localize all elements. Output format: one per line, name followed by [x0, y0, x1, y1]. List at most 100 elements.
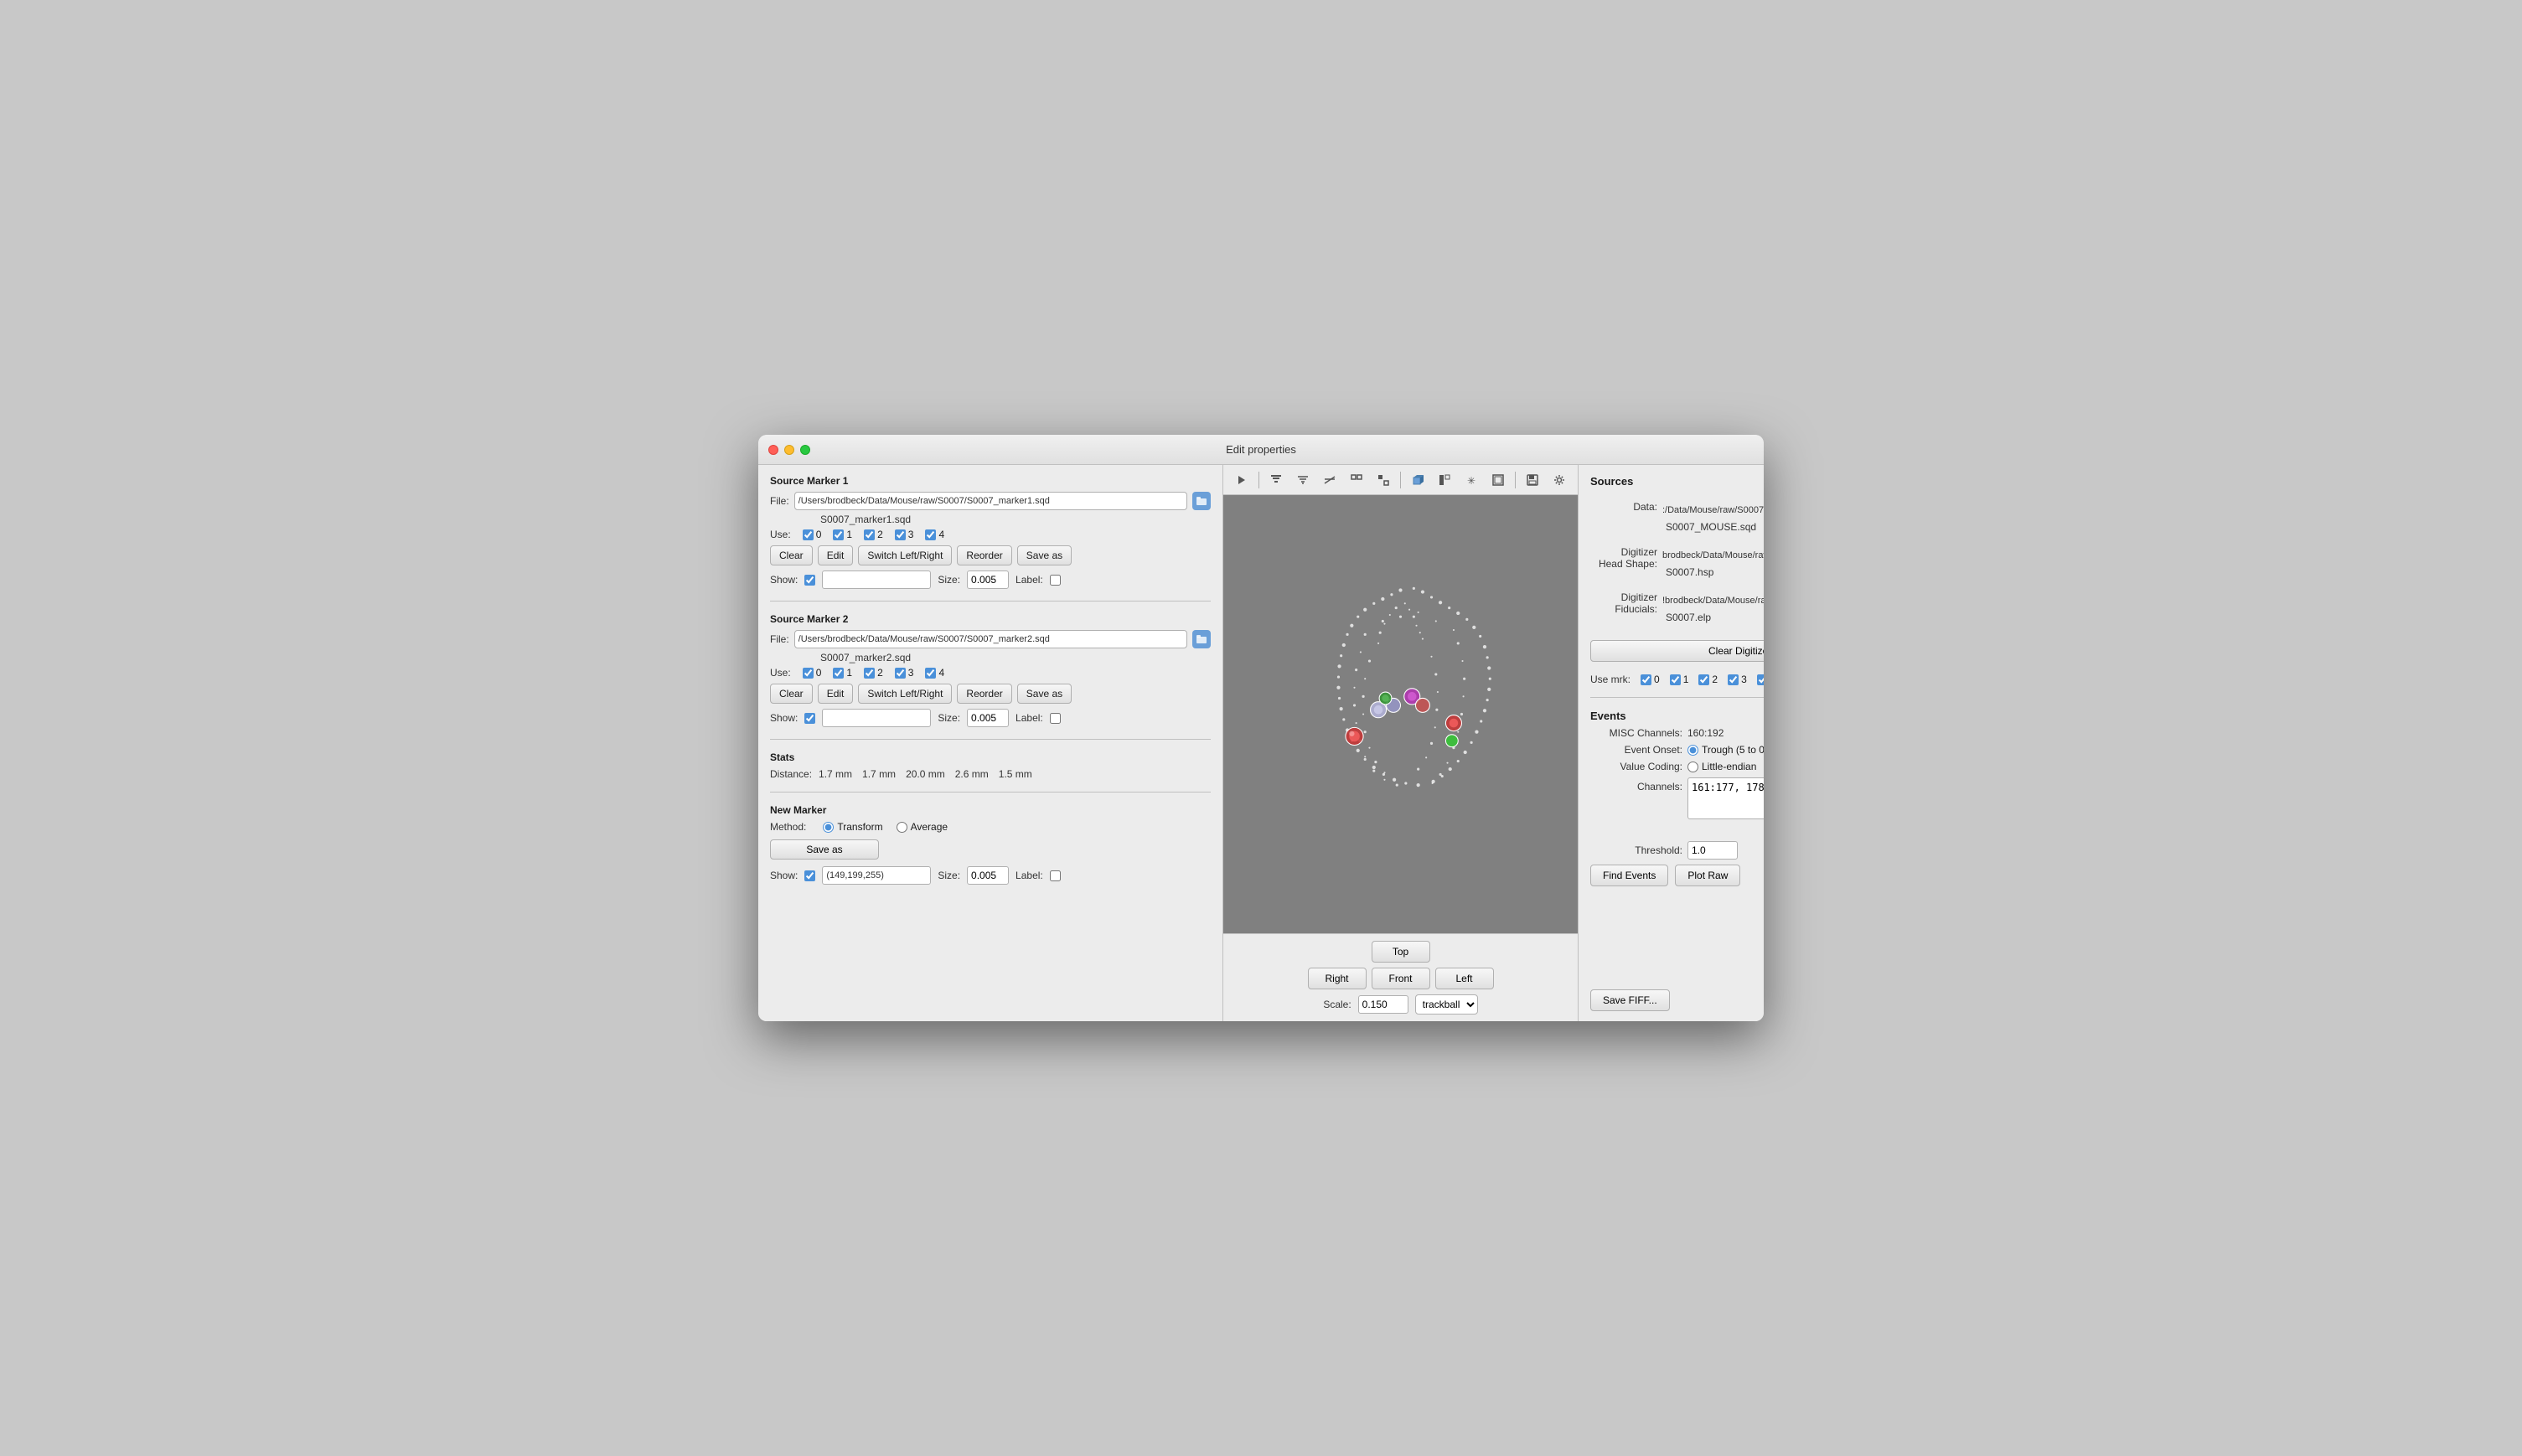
sm1-folder-btn[interactable] — [1192, 492, 1211, 510]
digitizer-head-filename: S0007.hsp — [1666, 566, 1764, 578]
sm2-use-0[interactable]: 0 — [803, 667, 822, 679]
sm1-clear-btn[interactable]: Clear — [770, 545, 813, 565]
save-fiff-btn[interactable]: Save FIFF... — [1590, 989, 1670, 1011]
mrk-use-1[interactable]: 1 — [1670, 674, 1689, 685]
toolbar-play-btn[interactable] — [1230, 469, 1253, 491]
nm-size-input[interactable] — [967, 866, 1009, 885]
toolbar-filter3-btn[interactable] — [1318, 469, 1341, 491]
nm-color-box[interactable]: (149,199,255) — [822, 866, 931, 885]
nm-label-checkbox[interactable] — [1050, 870, 1061, 881]
channels-textarea[interactable]: 161:177, 178:189 — [1687, 777, 1764, 819]
sm2-label-label: Label: — [1016, 712, 1043, 724]
maximize-button[interactable] — [800, 445, 810, 455]
toolbar-cube-btn[interactable] — [1406, 469, 1429, 491]
threshold-input[interactable] — [1687, 841, 1738, 860]
method-average[interactable]: Average — [897, 821, 948, 833]
sm2-color-box[interactable] — [822, 709, 931, 727]
sm2-switch-btn[interactable]: Switch Left/Right — [858, 684, 952, 704]
sm2-use-4[interactable]: 4 — [925, 667, 944, 679]
data-filepath: :/Data/Mouse/raw/S0007/S0007_MOUSE.sqd — [1662, 505, 1764, 515]
sm2-file-input[interactable] — [794, 630, 1187, 648]
nm-show-checkbox[interactable] — [804, 870, 815, 881]
toolbar-settings-btn[interactable] — [1548, 469, 1571, 491]
use-mrk-label: Use mrk: — [1590, 674, 1631, 685]
toolbar-fullscreen-btn[interactable] — [1486, 469, 1510, 491]
trackball-select[interactable]: trackball — [1415, 994, 1478, 1015]
sm2-use-2[interactable]: 2 — [864, 667, 883, 679]
sm1-use-0[interactable]: 0 — [803, 529, 822, 540]
left-view-btn[interactable]: Left — [1435, 968, 1494, 989]
mrk-use-2[interactable]: 2 — [1698, 674, 1718, 685]
sm1-use-3[interactable]: 3 — [895, 529, 914, 540]
sm2-save-as-btn[interactable]: Save as — [1017, 684, 1072, 704]
new-marker-save-as-btn[interactable]: Save as — [770, 839, 879, 860]
top-view-btn[interactable]: Top — [1372, 941, 1430, 963]
toolbar-sep-1 — [1258, 472, 1259, 488]
window-title: Edit properties — [1226, 443, 1296, 456]
sm1-size-label: Size: — [938, 574, 960, 586]
event-onset-trough[interactable]: Trough (5 to 0 v) — [1687, 744, 1764, 756]
sm1-switch-btn[interactable]: Switch Left/Right — [858, 545, 952, 565]
stats-v2: 1.7 mm — [862, 768, 896, 780]
sm1-label-label: Label: — [1016, 574, 1043, 586]
method-transform[interactable]: Transform — [823, 821, 882, 833]
find-events-btn[interactable]: Find Events — [1590, 865, 1668, 886]
scale-input[interactable] — [1358, 995, 1408, 1014]
svg-text:✳: ✳ — [1467, 475, 1475, 486]
sm2-show-checkbox[interactable] — [804, 713, 815, 724]
toolbar-grid-btn[interactable] — [1433, 469, 1456, 491]
sm1-show-row: Show: Size: Label: — [770, 571, 1211, 589]
toolbar-asterisk-btn[interactable]: ✳ — [1460, 469, 1483, 491]
toolbar-filter5-btn[interactable] — [1372, 469, 1395, 491]
sources-title: Sources — [1590, 475, 1764, 488]
sm2-use-1[interactable]: 1 — [833, 667, 852, 679]
value-coding-row: Value Coding: Little-endian Big-endian — [1590, 761, 1764, 772]
channels-label: Channels: — [1590, 781, 1682, 793]
toolbar-filter1-btn[interactable] — [1264, 469, 1288, 491]
mrk-use-3[interactable]: 3 — [1728, 674, 1747, 685]
toolbar-filter4-btn[interactable] — [1345, 469, 1368, 491]
sm2-size-input[interactable] — [967, 709, 1009, 727]
3d-viewport[interactable] — [1223, 495, 1578, 933]
sm1-use-row: Use: 0 1 2 3 4 — [770, 529, 1211, 540]
stats-v3: 20.0 mm — [906, 768, 945, 780]
sm1-file-input[interactable] — [794, 492, 1187, 510]
sm2-edit-btn[interactable]: Edit — [818, 684, 854, 704]
source-marker-1-title: Source Marker 1 — [770, 475, 1211, 487]
sm1-use-label: Use: — [770, 529, 791, 540]
digitizer-fid-filepath: !brodbeck/Data/Mouse/raw/S0007/S0007.elp — [1662, 596, 1764, 606]
clear-digitizer-btn[interactable]: Clear Digitizer Files — [1590, 640, 1764, 662]
sm2-use-3[interactable]: 3 — [895, 667, 914, 679]
events-section: Events MISC Channels: 160:192 Event Onse… — [1590, 710, 1764, 886]
sm2-folder-btn[interactable] — [1192, 630, 1211, 648]
sm1-use-1[interactable]: 1 — [833, 529, 852, 540]
sm1-label-checkbox[interactable] — [1050, 575, 1061, 586]
close-button[interactable] — [768, 445, 778, 455]
mrk-use-0[interactable]: 0 — [1641, 674, 1660, 685]
data-filename: S0007_MOUSE.sqd — [1666, 521, 1764, 533]
sm2-clear-btn[interactable]: Clear — [770, 684, 813, 704]
toolbar-filter2-btn[interactable] — [1291, 469, 1315, 491]
sm1-save-as-btn[interactable]: Save as — [1017, 545, 1072, 565]
toolbar-save-btn[interactable] — [1521, 469, 1544, 491]
sm1-size-input[interactable] — [967, 571, 1009, 589]
data-label: Data: — [1590, 501, 1657, 513]
sm1-reorder-btn[interactable]: Reorder — [957, 545, 1011, 565]
front-view-btn[interactable]: Front — [1372, 968, 1430, 989]
sm1-use-4[interactable]: 4 — [925, 529, 944, 540]
use-mrk-row: Use mrk: 0 1 2 3 4 — [1590, 674, 1764, 685]
right-view-btn[interactable]: Right — [1308, 968, 1367, 989]
mrk-use-4[interactable]: 4 — [1757, 674, 1764, 685]
titlebar: Edit properties — [758, 435, 1764, 465]
sm2-reorder-btn[interactable]: Reorder — [957, 684, 1011, 704]
sm1-use-2[interactable]: 2 — [864, 529, 883, 540]
sm2-label-checkbox[interactable] — [1050, 713, 1061, 724]
coding-little[interactable]: Little-endian — [1687, 761, 1756, 772]
events-title: Events — [1590, 710, 1764, 722]
sm1-show-checkbox[interactable] — [804, 575, 815, 586]
minimize-button[interactable] — [784, 445, 794, 455]
method-transform-label: Transform — [837, 821, 882, 833]
sm1-edit-btn[interactable]: Edit — [818, 545, 854, 565]
sm1-color-box[interactable] — [822, 571, 931, 589]
plot-raw-btn[interactable]: Plot Raw — [1675, 865, 1740, 886]
